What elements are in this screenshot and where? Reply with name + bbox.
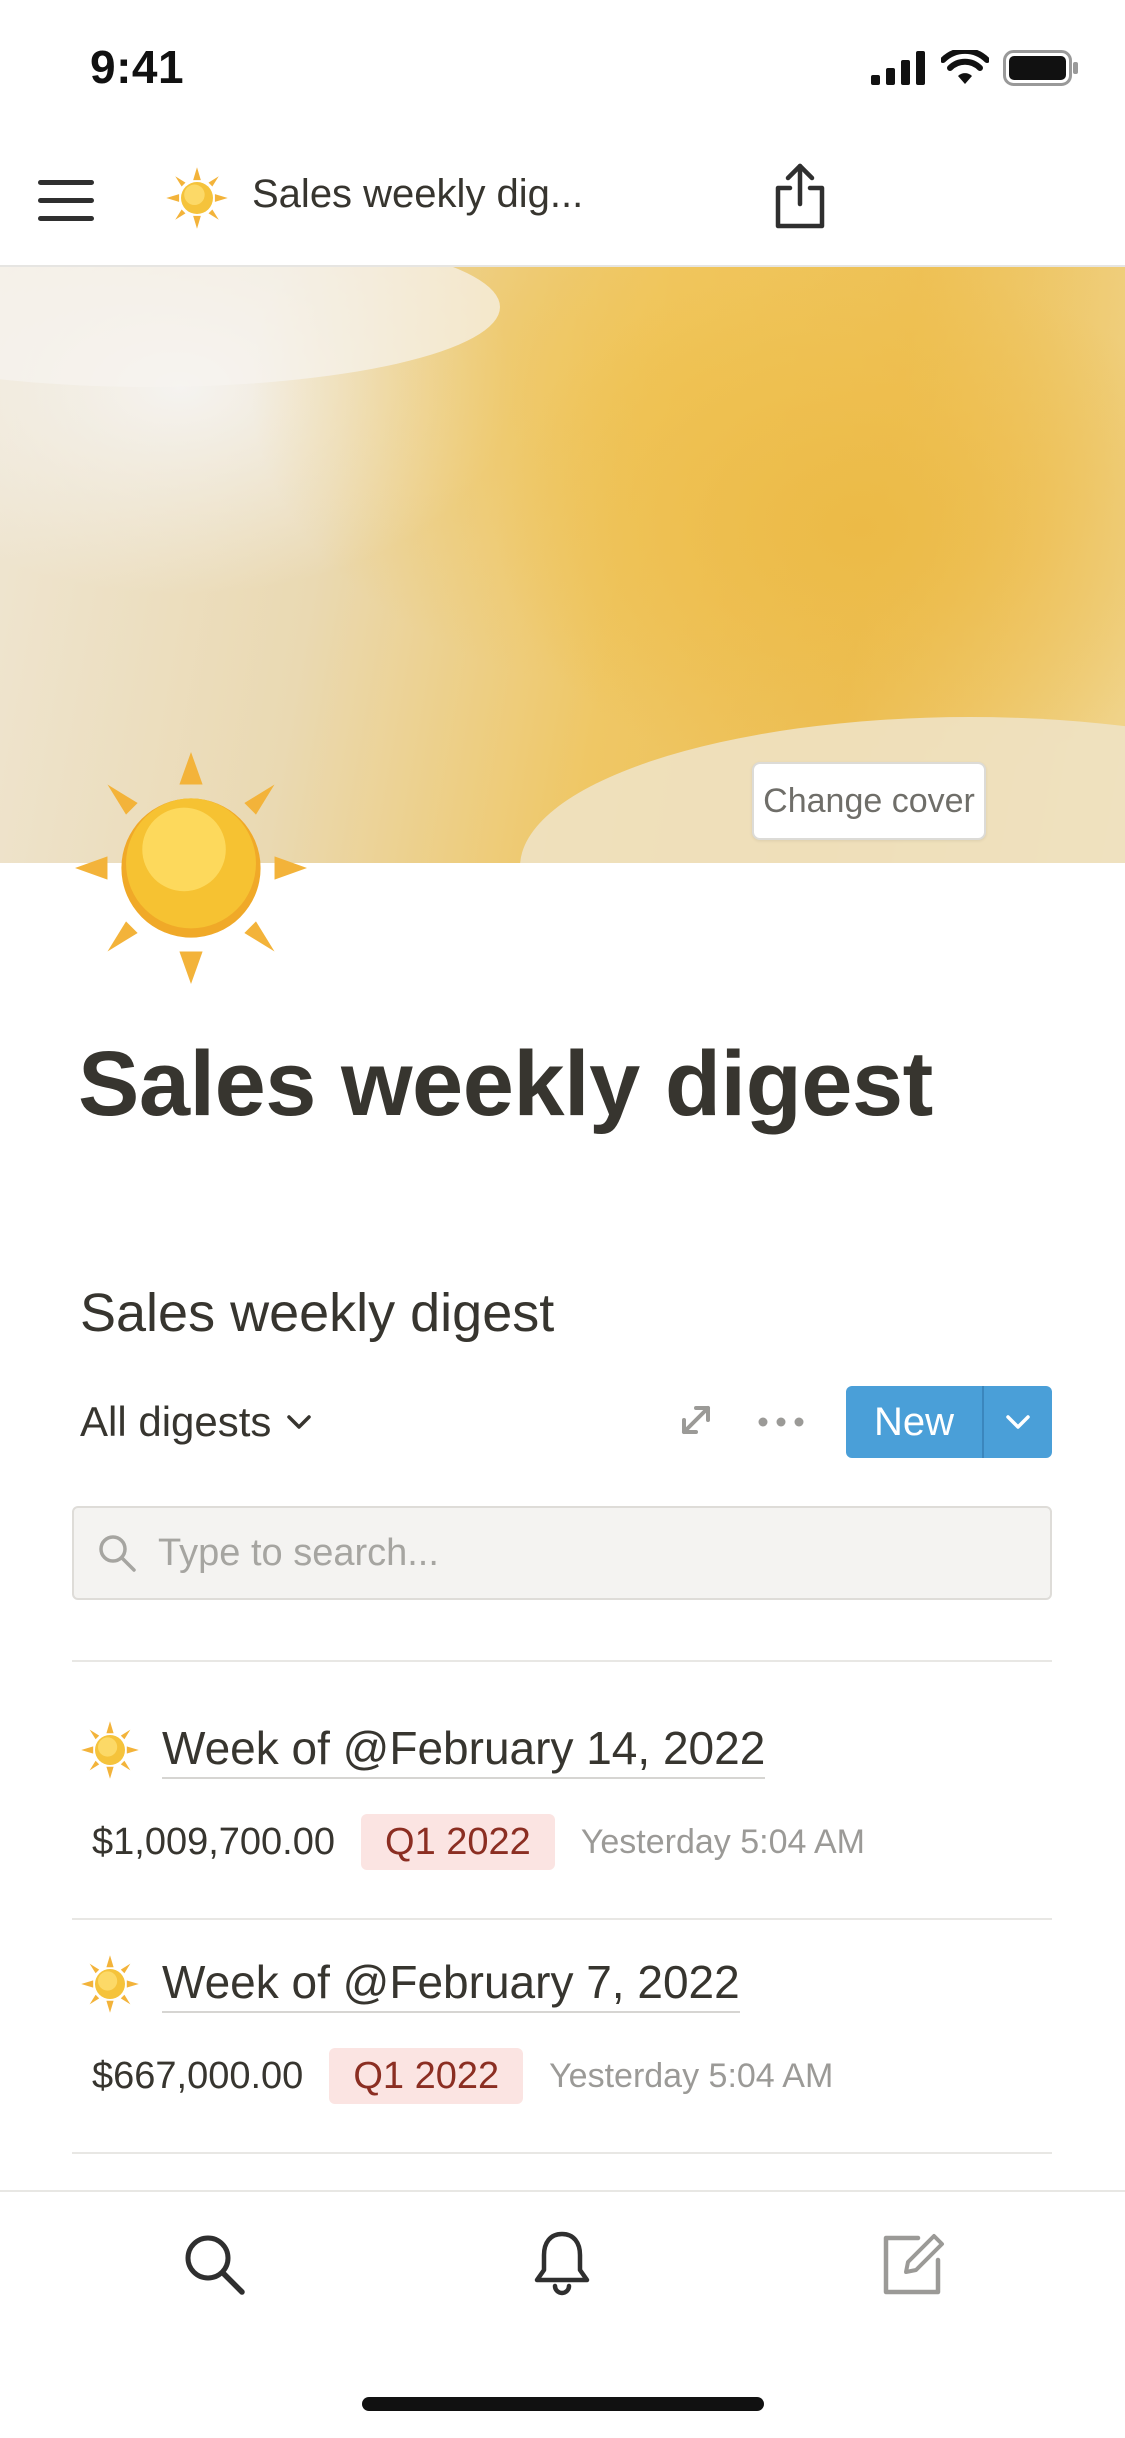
row-title[interactable]: Week of @February 7, 2022 bbox=[162, 1955, 740, 2013]
share-icon[interactable] bbox=[770, 160, 830, 232]
chevron-down-icon bbox=[1006, 1415, 1030, 1429]
battery-icon bbox=[1003, 50, 1078, 86]
row-amount: $667,000.00 bbox=[92, 2054, 304, 2097]
bell-icon[interactable] bbox=[528, 2228, 596, 2296]
search-input[interactable] bbox=[156, 1530, 1050, 1576]
wifi-icon bbox=[941, 50, 989, 84]
row-timestamp: Yesterday 5:04 AM bbox=[549, 2056, 834, 2095]
compose-icon[interactable] bbox=[878, 2230, 946, 2298]
new-button-label[interactable]: New bbox=[846, 1386, 982, 1458]
page-title[interactable]: Sales weekly digest bbox=[78, 1032, 933, 1137]
chevron-down-icon bbox=[287, 1415, 312, 1429]
view-label: All digests bbox=[80, 1398, 272, 1445]
divider bbox=[72, 1918, 1052, 1920]
sun-icon bbox=[166, 167, 228, 229]
view-selector[interactable]: All digests bbox=[80, 1396, 313, 1448]
status-time: 9:41 bbox=[90, 41, 185, 93]
header-title[interactable]: Sales weekly dig... bbox=[252, 172, 583, 217]
sun-icon[interactable] bbox=[75, 752, 307, 984]
status-icons bbox=[871, 46, 1079, 90]
row-properties: $1,009,700.00 Q1 2022 Yesterday 5:04 AM bbox=[92, 1814, 865, 1870]
divider bbox=[72, 1660, 1052, 1662]
expand-icon[interactable] bbox=[676, 1400, 716, 1440]
sun-icon bbox=[81, 1955, 139, 2013]
row-amount: $1,009,700.00 bbox=[92, 1820, 336, 1863]
search-icon bbox=[99, 1535, 136, 1572]
list-item[interactable]: Week of @February 7, 2022 bbox=[80, 1954, 740, 2014]
row-timestamp: Yesterday 5:04 AM bbox=[580, 1822, 865, 1861]
quarter-tag: Q1 2022 bbox=[329, 2048, 524, 2104]
sun-icon bbox=[81, 1721, 139, 1779]
row-title[interactable]: Week of @February 14, 2022 bbox=[162, 1721, 766, 1779]
quarter-tag: Q1 2022 bbox=[361, 1814, 555, 1870]
cellular-signal-icon bbox=[871, 51, 925, 85]
menu-icon[interactable] bbox=[38, 172, 94, 228]
search-icon[interactable] bbox=[180, 2230, 248, 2298]
cover-decoration bbox=[0, 267, 500, 387]
database-title[interactable]: Sales weekly digest bbox=[80, 1282, 554, 1344]
new-button-dropdown[interactable] bbox=[984, 1386, 1052, 1458]
divider bbox=[72, 2152, 1052, 2154]
change-cover-button[interactable]: Change cover bbox=[752, 762, 986, 840]
list-item[interactable]: Week of @February 14, 2022 bbox=[80, 1720, 766, 1780]
search-field[interactable] bbox=[72, 1506, 1052, 1600]
new-button[interactable]: New bbox=[846, 1386, 1052, 1458]
more-options-icon[interactable] bbox=[756, 1404, 806, 1440]
top-header: Sales weekly dig... bbox=[0, 150, 1125, 267]
home-indicator bbox=[362, 2397, 764, 2411]
row-properties: $667,000.00 Q1 2022 Yesterday 5:04 AM bbox=[92, 2048, 833, 2104]
